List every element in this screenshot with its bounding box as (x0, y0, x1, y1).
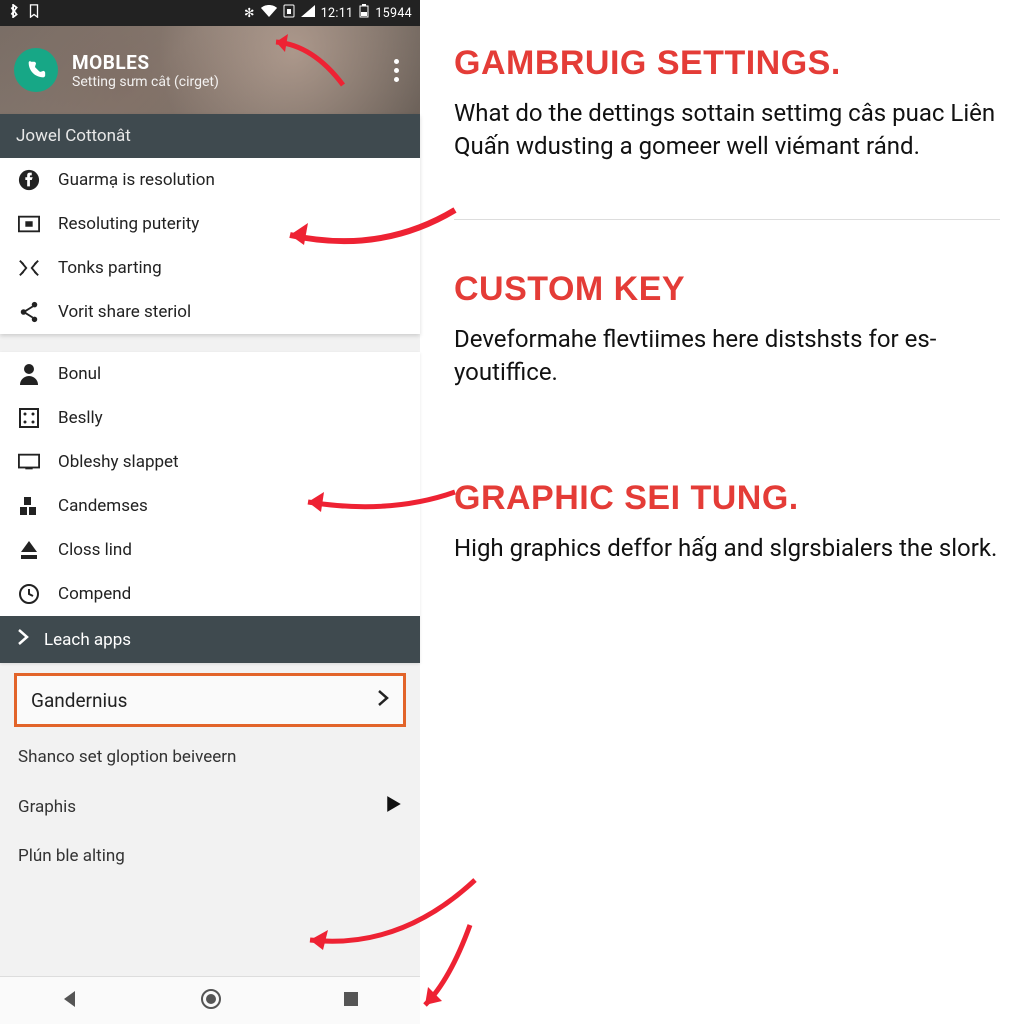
note-title: CUSTOM KEY (454, 270, 1000, 309)
app-header: MOBLES Setting sưm cât (cirget) (0, 26, 420, 114)
wifi-icon (261, 5, 277, 21)
chevron-right-icon (377, 688, 389, 712)
list-item[interactable]: Guarmạ is resolution (0, 158, 420, 202)
shanco-row[interactable]: Shanco set gloption beiveern (0, 733, 420, 781)
status-battery-text: 15944 (375, 6, 412, 21)
list-item[interactable]: Compend (0, 572, 420, 616)
leach-apps-row[interactable]: Leach apps (0, 616, 420, 663)
list-item[interactable]: Obleshy slappet (0, 440, 420, 484)
call-button[interactable] (14, 48, 58, 92)
status-time: 12:11 (321, 6, 354, 21)
list-item[interactable]: Tonks parting (0, 246, 420, 290)
overflow-menu-button[interactable] (386, 59, 406, 82)
note-gambruig: GAMBRUIG SETTINGS. What do the dettings … (454, 44, 1000, 163)
list-item-label: Obleshy slappet (58, 452, 179, 472)
list-item-label: Closs lind (58, 540, 132, 560)
status-left (8, 4, 40, 22)
nav-home-button[interactable] (200, 988, 222, 1014)
android-nav-bar (0, 976, 420, 1024)
note-graphic: GRAPHIC SEI TUNG. High graphics deffor h… (454, 479, 1000, 565)
blocks-icon (18, 495, 40, 517)
list-item-label: Vorit share steriol (58, 302, 191, 322)
graphis-label: Graphis (18, 797, 76, 817)
phone-frame: ✻ 12:11 15944 MOBLES Setting sưm cât (ci… (0, 0, 420, 1024)
plun-row[interactable]: Plún ble alting (0, 832, 420, 880)
sim-icon (283, 4, 295, 22)
app-title: MOBLES (72, 51, 372, 74)
status-bar: ✻ 12:11 15944 (0, 0, 420, 26)
note-custom-key: CUSTOM KEY Deveformahe flevtiimes here d… (454, 270, 1000, 389)
list-item[interactable]: Candemses (0, 484, 420, 528)
list-item-label: Beslly (58, 408, 103, 428)
note-body: What do the dettings sottain settimg câs… (454, 97, 1000, 163)
leach-label: Leach apps (44, 630, 131, 650)
note-title: GAMBRUIG SETTINGS. (454, 44, 1000, 83)
eject-icon (18, 539, 40, 561)
list-item[interactable]: Resoluting puterity (0, 202, 420, 246)
list-item-label: Compend (58, 584, 131, 604)
shuffle-icon (18, 257, 40, 279)
list-item[interactable]: Beslly (0, 396, 420, 440)
list-item[interactable]: Closs lind (0, 528, 420, 572)
dice-icon (18, 407, 40, 429)
list-item[interactable]: Bonul (0, 352, 420, 396)
gandernius-row[interactable]: Gandernius (14, 673, 406, 727)
chevron-right-icon (16, 628, 30, 651)
list-item[interactable]: Vorit share steriol (0, 290, 420, 334)
person-icon (18, 363, 40, 385)
phone-icon (25, 59, 47, 81)
signal-icon (301, 5, 315, 21)
gandernius-label: Gandernius (31, 689, 127, 712)
list-item-label: Candemses (58, 496, 148, 516)
facebook-icon (18, 169, 40, 191)
battery-icon (359, 4, 369, 22)
plun-label: Plún ble alting (18, 846, 125, 866)
gear-icon: ✻ (244, 5, 255, 21)
header-text: MOBLES Setting sưm cât (cirget) (72, 51, 372, 90)
list-item-label: Guarmạ is resolution (58, 170, 215, 190)
section-jowel: Jowel Cottonât Guarmạ is resolution Reso… (0, 114, 420, 334)
note-title: GRAPHIC SEI TUNG. (454, 479, 1000, 518)
section-header: Jowel Cottonât (0, 114, 420, 158)
nav-back-button[interactable] (60, 989, 80, 1013)
share-icon (18, 301, 40, 323)
frame-icon (18, 213, 40, 235)
bluetooth-icon (8, 4, 20, 22)
shanco-label: Shanco set gloption beiveern (18, 747, 236, 767)
bookmark-icon (28, 4, 40, 22)
nav-recent-button[interactable] (342, 990, 360, 1012)
app-subtitle: Setting sưm cât (cirget) (72, 74, 372, 90)
monitor-icon (18, 451, 40, 473)
list-item-label: Bonul (58, 364, 101, 384)
status-right: ✻ 12:11 15944 (244, 4, 412, 22)
section-two: Bonul Beslly Obleshy slappet Candemses C… (0, 352, 420, 663)
play-icon (386, 795, 402, 818)
note-body: High graphics deffor hấg and slgrsbialer… (454, 532, 1000, 565)
note-body: Deveformahe flevtiimes here distshsts fo… (454, 323, 1000, 389)
divider (454, 219, 1000, 220)
annotation-panel: GAMBRUIG SETTINGS. What do the dettings … (420, 0, 1024, 1024)
clock-icon (18, 583, 40, 605)
graphis-row[interactable]: Graphis (0, 781, 420, 832)
list-item-label: Resoluting puterity (58, 214, 199, 234)
list-item-label: Tonks parting (58, 258, 162, 278)
